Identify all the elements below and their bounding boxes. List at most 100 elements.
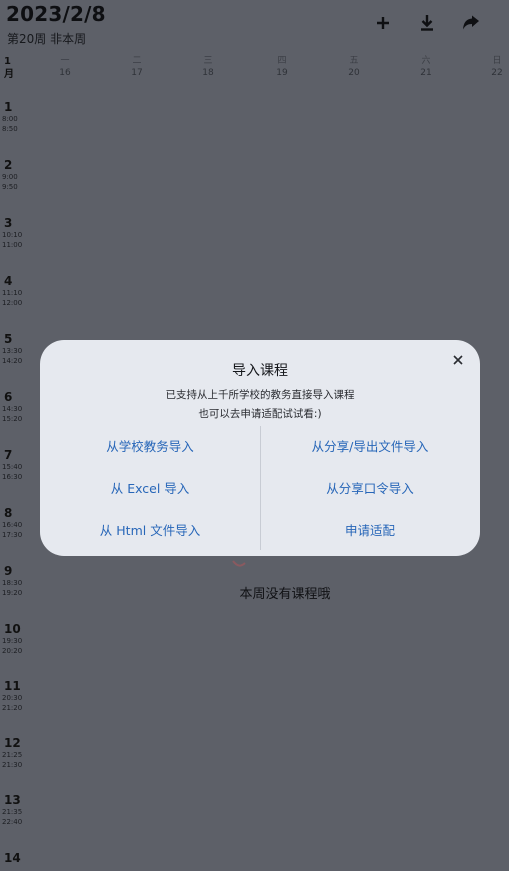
period-start: 20:30	[2, 694, 23, 702]
period-number: 4	[4, 274, 13, 288]
period-number: 8	[4, 506, 13, 520]
day-date: 22	[491, 68, 503, 78]
day-date: 18	[202, 68, 214, 78]
period-start: 14:30	[2, 405, 23, 413]
period-number: 6	[4, 390, 13, 404]
period-12: 12 21:25 21:30	[2, 736, 26, 770]
header: 2023/2/8 第20周 非本周	[0, 0, 509, 52]
month-number: 1	[4, 56, 11, 67]
period-start: 18:30	[2, 579, 23, 587]
day-date: 17	[131, 68, 143, 78]
period-start: 9:00	[2, 173, 18, 181]
period-end: 15:20	[2, 415, 23, 423]
share-icon	[463, 15, 479, 30]
day-thu: 四 19	[267, 55, 297, 79]
period-start: 19:30	[2, 637, 23, 645]
period-4: 4 11:10 12:00	[2, 274, 26, 308]
import-course-dialog: 导入课程 已支持从上千所学校的教务直接导入课程 也可以去申请适配试试看:) 从学…	[40, 340, 480, 556]
period-end: 8:50	[2, 125, 18, 133]
day-wed: 三 18	[193, 55, 223, 79]
month-unit: 月	[4, 69, 14, 80]
period-6: 6 14:30 15:20	[2, 390, 26, 424]
column-divider	[260, 426, 261, 550]
period-end: 16:30	[2, 473, 23, 481]
apply-adaptation-button[interactable]: 申请适配	[270, 522, 470, 540]
period-number: 11	[4, 679, 21, 693]
day-label: 二	[132, 56, 142, 66]
day-sun: 日 22	[482, 55, 509, 79]
dialog-description: 已支持从上千所学校的教务直接导入课程 也可以去申请适配试试看:)	[40, 386, 480, 424]
share-button[interactable]	[459, 12, 483, 34]
period-number: 5	[4, 332, 13, 346]
period-2: 2 9:00 9:50	[2, 158, 26, 192]
description-line-2: 也可以去申请适配试试看:)	[198, 408, 322, 420]
period-end: 17:30	[2, 531, 23, 539]
empty-week-text: 本周没有课程哦	[239, 587, 331, 602]
day-label: 六	[421, 56, 431, 66]
period-number: 2	[4, 158, 13, 172]
import-from-share-file-button[interactable]: 从分享/导出文件导入	[270, 438, 470, 456]
day-date: 19	[276, 68, 288, 78]
week-info: 第20周 非本周	[7, 32, 87, 46]
period-number: 3	[4, 216, 13, 230]
period-start: 21:25	[2, 751, 23, 759]
period-end: 21:30	[2, 761, 23, 769]
import-from-excel-button[interactable]: 从 Excel 导入	[50, 480, 250, 498]
day-sat: 六 21	[411, 55, 441, 79]
period-start: 10:10	[2, 231, 23, 239]
period-1: 1 8:00 8:50	[2, 100, 26, 134]
empty-illustration-icon	[232, 560, 246, 567]
current-date: 2023/2/8	[6, 2, 106, 26]
day-date: 16	[59, 68, 71, 78]
plus-icon	[377, 17, 389, 29]
description-line-1: 已支持从上千所学校的教务直接导入课程	[165, 389, 355, 401]
import-from-html-button[interactable]: 从 Html 文件导入	[50, 522, 250, 540]
close-icon	[453, 355, 463, 365]
period-end: 11:00	[2, 241, 23, 249]
day-label: 四	[277, 56, 287, 66]
import-from-share-code-button[interactable]: 从分享口令导入	[270, 480, 470, 498]
period-start: 13:30	[2, 347, 23, 355]
day-mon: 一 16	[50, 55, 80, 79]
period-start: 21:35	[2, 808, 23, 816]
period-start: 15:40	[2, 463, 23, 471]
import-from-school-button[interactable]: 从学校教务导入	[50, 438, 250, 456]
download-icon	[421, 15, 433, 31]
period-end: 14:20	[2, 357, 23, 365]
period-number: 14	[4, 851, 21, 865]
month-label: 1 月	[4, 55, 14, 81]
download-button[interactable]	[415, 12, 439, 34]
period-13: 13 21:35 22:40	[2, 793, 26, 827]
period-11: 11 20:30 21:20	[2, 679, 26, 713]
period-start: 11:10	[2, 289, 23, 297]
period-number: 12	[4, 736, 21, 750]
day-date: 20	[348, 68, 360, 78]
dialog-close-button[interactable]	[450, 352, 466, 368]
period-end: 21:20	[2, 704, 23, 712]
day-label: 三	[203, 56, 213, 66]
period-number: 9	[4, 564, 13, 578]
period-14: 14	[2, 851, 26, 865]
day-fri: 五 20	[339, 55, 369, 79]
period-number: 13	[4, 793, 21, 807]
day-tue: 二 17	[122, 55, 152, 79]
period-start: 8:00	[2, 115, 18, 123]
period-8: 8 16:40 17:30	[2, 506, 26, 540]
period-number: 10	[4, 622, 21, 636]
period-start: 16:40	[2, 521, 23, 529]
period-number: 7	[4, 448, 13, 462]
day-date: 21	[420, 68, 432, 78]
schedule-screen: 2023/2/8 第20周 非本周 1 月 一 16 二 17 三 18 四 1…	[0, 0, 509, 871]
dialog-title: 导入课程	[232, 363, 288, 379]
period-3: 3 10:10 11:00	[2, 216, 26, 250]
period-end: 12:00	[2, 299, 23, 307]
add-button[interactable]	[371, 12, 395, 34]
period-9: 9 18:30 19:20	[2, 564, 26, 598]
period-7: 7 15:40 16:30	[2, 448, 26, 482]
period-end: 22:40	[2, 818, 23, 826]
period-end: 20:20	[2, 647, 23, 655]
day-label: 五	[349, 56, 359, 66]
day-label: 一	[60, 56, 70, 66]
day-label: 日	[492, 56, 502, 66]
period-end: 9:50	[2, 183, 18, 191]
